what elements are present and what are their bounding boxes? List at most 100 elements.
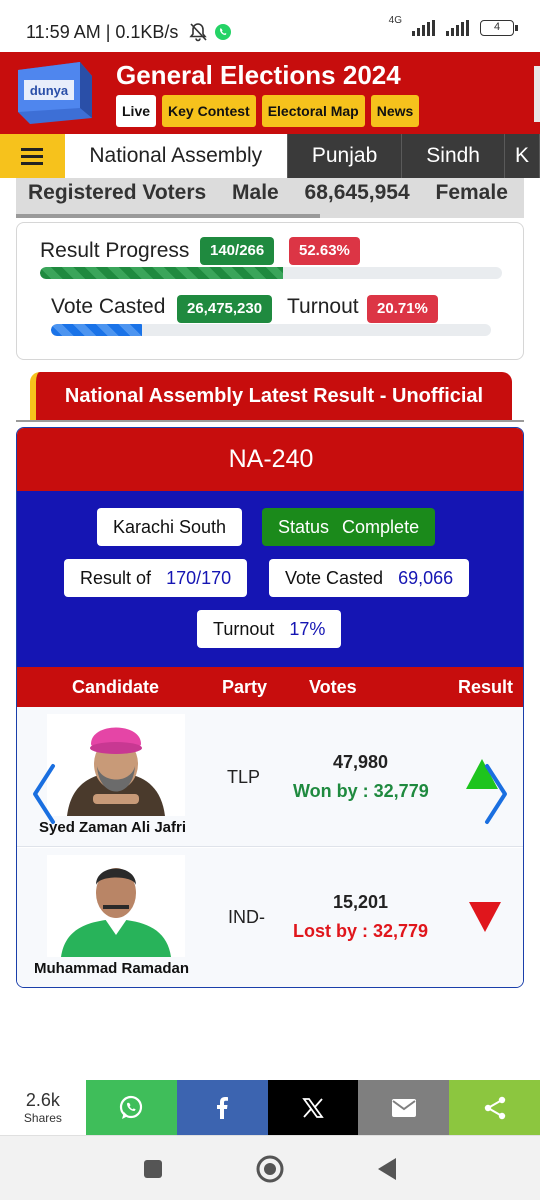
constituency-title: NA-240 [17,428,523,491]
x-share-button[interactable] [267,1080,359,1135]
dunya-logo-icon[interactable]: dunya [10,58,96,128]
carousel-prev-icon[interactable] [31,762,57,826]
candidate-photo [47,855,185,957]
status-bar: 11:59 AM | 0.1KB/s 4G 4 [0,0,540,52]
status-icons: 4G 4 [389,15,518,36]
candidate-votes: 15,201 [333,892,389,912]
vote-count-badge: 26,475,230 [177,295,273,323]
candidate-margin: Lost by : 32,779 [293,921,429,941]
battery-icon: 4 [480,20,518,36]
candidate-photo [47,714,185,816]
whatsapp-icon [120,1095,143,1119]
x-icon [302,1097,324,1118]
signal-icon [412,20,435,36]
email-icon [391,1098,416,1117]
candidate-votes: 47,980 [333,752,389,772]
live-button[interactable]: Live [116,95,157,127]
result-of-pill: Result of 170/170 [64,559,248,597]
result-progress-fill [40,267,284,279]
progress-card: Result Progress 140/266 52.63% Vote Cast… [16,222,524,360]
menu-button[interactable] [0,134,65,178]
share-count-label: Shares [23,1111,62,1125]
turnout-value: 17% [289,619,326,639]
share-icon [484,1096,505,1119]
assembly-tabs: National Assembly Punjab Sindh K [0,134,540,178]
vote-casted-pill: Vote Casted 69,066 [269,559,470,597]
page-title: General Elections 2024 [116,60,401,90]
tab-punjab[interactable]: Punjab [288,134,403,178]
result-of-label: Result of [80,568,152,588]
candidate-table-header: Candidate Party Votes Result [17,667,523,707]
registered-voters-bar[interactable]: Registered Voters Male 68,645,954 Female [16,178,524,218]
vote-casted-label: Vote Casted [285,568,384,588]
more-share-button[interactable] [449,1080,540,1135]
constituency-info: Karachi South Status Complete Result of … [17,491,523,667]
candidate-margin: Won by : 32,779 [293,781,429,801]
network-type: 4G [388,14,402,26]
system-nav-bar [0,1135,540,1200]
header-edge [534,66,540,122]
turnout-label: Turnout [213,619,275,639]
recents-icon[interactable] [143,1159,163,1179]
horizontal-scrollbar[interactable] [16,214,320,218]
section-divider [16,420,524,422]
column-votes: Votes [309,677,357,697]
tab-sindh[interactable]: Sindh [402,134,505,178]
vote-casted-value: 69,066 [398,568,454,588]
facebook-share-button[interactable] [176,1080,268,1135]
column-party: Party [222,677,268,697]
column-candidate: Candidate [72,677,160,697]
section-heading: National Assembly Latest Result - Unoffi… [30,372,512,420]
candidate-party: TLP [227,767,261,787]
status-pill: Status Complete [262,508,436,546]
result-count-badge: 140/266 [200,237,275,265]
mute-bell-icon [189,23,207,42]
candidate-party: IND- [228,907,265,927]
header-nav: Live Key Contest Electoral Map News [116,95,420,127]
status-value: Complete [342,517,420,537]
home-icon[interactable] [255,1154,285,1184]
lost-down-arrow-icon [469,902,501,932]
turnout-progress-bar [51,324,491,336]
email-share-button[interactable] [358,1080,450,1135]
battery-level: 4 [493,21,501,33]
facebook-icon [217,1096,229,1119]
candidate-name: Muhammad Ramadan [34,960,190,977]
whatsapp-share-button[interactable] [85,1080,177,1135]
electoral-map-button[interactable]: Electoral Map [261,95,365,127]
column-result: Result [458,677,514,697]
carousel-next-icon[interactable] [483,762,509,826]
female-label: Female [435,181,508,204]
app-header: dunya General Elections 2024 Live Key Co… [0,52,540,134]
tab-kpk[interactable]: K [505,134,540,178]
registered-voters-row: Registered Voters Male 68,645,954 Female [28,181,524,205]
whatsapp-notification-icon [215,24,231,40]
turnout-progress-fill [51,324,143,336]
turnout-percent-badge: 20.71% [367,295,438,323]
result-of-value: 170/170 [166,568,232,588]
result-card: NA-240 Karachi South Status Complete Res… [16,427,524,988]
male-label: Male [232,181,279,204]
share-bar: 2.6k Shares [0,1080,540,1135]
vote-casted-label: Vote Casted [51,295,166,318]
result-progress-bar [40,267,502,279]
turnout-pill: Turnout 17% [197,610,342,648]
table-row: Muhammad Ramadan IND- 15,201 Lost by : 3… [17,848,523,987]
back-icon[interactable] [376,1156,398,1182]
turnout-label: Turnout [287,295,359,318]
registered-voters-label: Registered Voters [28,181,207,204]
news-button[interactable]: News [370,95,420,127]
table-row: Syed Zaman Ali Jafri TLP 47,980 Won by :… [17,707,523,847]
male-value: 68,645,954 [304,181,410,204]
status-time: 11:59 AM | 0.1KB/s [26,22,179,42]
result-percent-badge: 52.63% [289,237,360,265]
share-count-value: 2.6k [25,1090,60,1110]
district-name: Karachi South [113,517,227,537]
result-progress-label: Result Progress [40,239,190,262]
status-label: Status [278,517,330,537]
signal-icon-2 [446,20,469,36]
hamburger-icon [21,148,44,165]
share-count: 2.6k Shares [0,1080,86,1135]
key-contest-button[interactable]: Key Contest [162,95,256,127]
tab-national-assembly[interactable]: National Assembly [64,134,288,178]
